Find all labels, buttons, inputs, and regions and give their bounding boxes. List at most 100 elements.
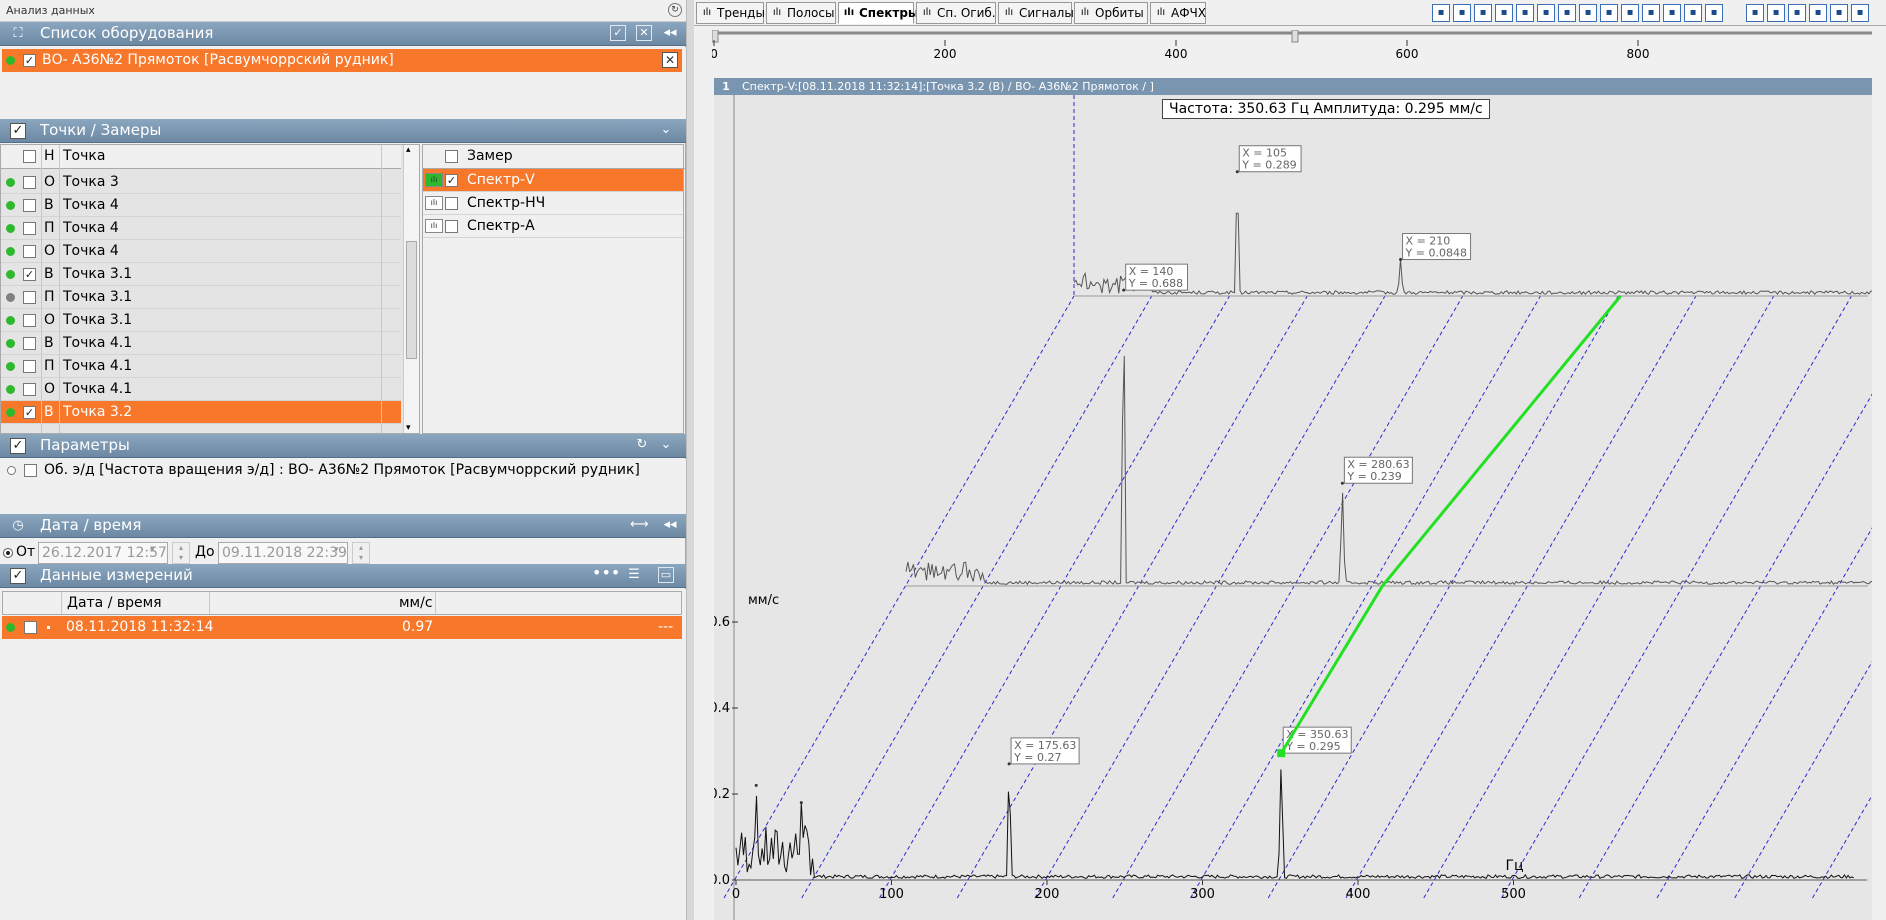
radio-button[interactable] <box>7 466 16 475</box>
scroll-up-icon[interactable]: ▴ <box>406 145 411 155</box>
measurement-row[interactable]: 08.11.2018 11:32:14 0.97 --- <box>2 616 682 639</box>
collapse-params-icon[interactable]: ⌄ <box>658 437 674 453</box>
measure-checkbox[interactable]: ✓ <box>445 174 458 187</box>
scroll-thumb[interactable] <box>406 241 417 359</box>
from-spin-icon[interactable]: ▴ ▾ <box>172 542 190 564</box>
point-checkbox[interactable] <box>23 337 36 350</box>
to-spin-icon[interactable]: ▴ ▾ <box>352 542 370 564</box>
to-dropdown-icon[interactable]: ▾ <box>334 545 350 563</box>
to-date-input[interactable] <box>218 542 348 564</box>
scroll-down-icon[interactable]: ▾ <box>406 423 411 433</box>
range-handle-right[interactable] <box>1291 30 1299 43</box>
more-icon[interactable]: ••• <box>592 565 620 583</box>
point-checkbox[interactable] <box>23 291 36 304</box>
uncheck-all-icon[interactable]: ✕ <box>636 25 652 41</box>
point-checkbox[interactable] <box>23 222 36 235</box>
point-checkbox[interactable]: ✓ <box>23 268 36 281</box>
zoom-in-icon[interactable]: ▪ <box>1432 4 1450 22</box>
tab-bars[interactable]: ılı Полосы <box>766 2 836 24</box>
expand-icon[interactable]: ▪ <box>1851 4 1869 22</box>
axes-icon[interactable]: ▪ <box>1621 4 1639 22</box>
equipment-item[interactable]: ✓ ВО- А36№2 Прямоток [Расвумчоррский руд… <box>2 49 682 72</box>
waterfall-toggle-icon[interactable]: ▪ <box>1788 4 1806 22</box>
add-marker-icon[interactable]: ▪ <box>1474 4 1492 22</box>
window-icon[interactable]: ▭ <box>658 567 674 583</box>
point-checkbox[interactable] <box>23 360 36 373</box>
from-dropdown-icon[interactable]: ▾ <box>150 545 166 563</box>
peak-point[interactable] <box>1235 170 1239 174</box>
list-settings-icon[interactable]: ☰ <box>626 567 642 583</box>
params-item[interactable]: Об. э/д [Частота вращения э/д] : ВО- А36… <box>2 459 682 482</box>
measurements-check-icon[interactable]: ✓ <box>10 568 26 584</box>
point-checkbox[interactable] <box>23 176 36 189</box>
collapse-down-icon[interactable]: ⌄ <box>658 122 674 138</box>
points-row[interactable]: П Точка 4 <box>1 217 401 240</box>
spectrum-waterfall-chart[interactable]: X = 175.63Y = 0.27X = 350.63Y = 0.295X =… <box>709 95 1886 920</box>
peak-point[interactable] <box>1399 258 1403 262</box>
points-row[interactable]: ✓ В Точка 3.2 <box>1 401 401 424</box>
measure-checkbox[interactable] <box>445 220 458 233</box>
tab-orbit[interactable]: ılı Орбиты <box>1074 2 1148 24</box>
point-checkbox[interactable] <box>23 245 36 258</box>
tab-signal[interactable]: ılı Сигналы <box>998 2 1074 24</box>
tab-afc[interactable]: ılı АФЧХ <box>1150 2 1206 24</box>
points-row[interactable]: П Точка 3.1 <box>1 286 401 309</box>
sidebands-icon[interactable]: ▪ <box>1684 4 1702 22</box>
points-row[interactable]: В Точка 4 <box>1 194 401 217</box>
range-handle-left[interactable] <box>712 30 719 43</box>
points-row[interactable]: В Точка 4.1 <box>1 332 401 355</box>
log-scale-icon[interactable]: ▪ <box>1516 4 1534 22</box>
cursor-icon[interactable]: ▪ <box>1495 4 1513 22</box>
peaks-icon[interactable]: ▪ <box>1579 4 1597 22</box>
point-checkbox[interactable] <box>23 314 36 327</box>
tab-spectrum[interactable]: ılı Спектры <box>838 2 919 24</box>
from-radio[interactable] <box>3 548 13 558</box>
pin-icon[interactable]: ↻ <box>668 3 682 17</box>
points-scrollbar[interactable]: ▴ ▾ <box>403 145 419 433</box>
points-row-partial[interactable]: НТочка 3 <box>1 159 401 171</box>
points-row[interactable]: ✓ В Точка 3.1 <box>1 263 401 286</box>
point-checkbox[interactable] <box>23 383 36 396</box>
tab-trend[interactable]: ılı Тренды <box>696 2 765 24</box>
grid-icon[interactable]: ▪ <box>1600 4 1618 22</box>
points-row[interactable]: О Точка 4.1 <box>1 378 401 401</box>
peak-point[interactable] <box>1340 481 1344 485</box>
measure-row[interactable]: ılı Спектр-А <box>423 215 683 238</box>
params-item-checkbox[interactable] <box>24 464 37 477</box>
points-row[interactable]: О Точка 3 <box>1 171 401 194</box>
measure-row[interactable]: ılı Спектр-НЧ <box>423 192 683 215</box>
points-row[interactable]: О Точка 3.1 <box>1 309 401 332</box>
peak-point[interactable] <box>1122 288 1126 292</box>
bands-icon[interactable]: ▪ <box>1558 4 1576 22</box>
peak-point[interactable] <box>1007 762 1011 766</box>
units-icon[interactable]: ▪ <box>1767 4 1785 22</box>
measure-select-all-checkbox[interactable] <box>445 150 458 163</box>
measure-row[interactable]: ılı ✓ Спектр-V <box>423 169 683 192</box>
panel-splitter[interactable] <box>686 0 694 920</box>
points-check-icon[interactable]: ✓ <box>10 123 26 139</box>
spectrum-view-icon[interactable]: ▪ <box>1746 4 1764 22</box>
measure-checkbox[interactable] <box>445 197 458 210</box>
points-row[interactable]: О Точка 4 <box>1 240 401 263</box>
tab-envelope[interactable]: ılı Сп. Огиб. <box>916 2 996 24</box>
peak-point[interactable] <box>754 783 758 787</box>
export-icon[interactable]: ▪ <box>1705 4 1723 22</box>
zoom-out-icon[interactable]: ▪ <box>1453 4 1471 22</box>
print-icon[interactable]: ▪ <box>1830 4 1848 22</box>
params-check-icon[interactable]: ✓ <box>10 438 26 454</box>
check-all-icon[interactable]: ✓ <box>610 25 626 41</box>
harmonics-icon[interactable]: ▪ <box>1537 4 1555 22</box>
cursor-marker[interactable] <box>1277 749 1286 758</box>
expand-range-icon[interactable]: ⟷ <box>630 517 649 533</box>
refresh-icon[interactable]: ↻ <box>634 437 650 453</box>
point-checkbox[interactable] <box>23 199 36 212</box>
close-icon[interactable]: ✕ <box>662 52 678 68</box>
measurement-checkbox[interactable] <box>24 621 37 634</box>
peak-point[interactable] <box>799 801 803 805</box>
from-date-input[interactable] <box>38 542 168 564</box>
collapse-left-icon[interactable]: ◂◂ <box>662 25 678 41</box>
point-checkbox[interactable]: ✓ <box>23 406 36 419</box>
copy-icon[interactable]: ▪ <box>1809 4 1827 22</box>
table-icon[interactable]: ▪ <box>1642 4 1660 22</box>
frequency-range-scale[interactable]: 0 200 400 600 800 <box>712 30 1872 64</box>
